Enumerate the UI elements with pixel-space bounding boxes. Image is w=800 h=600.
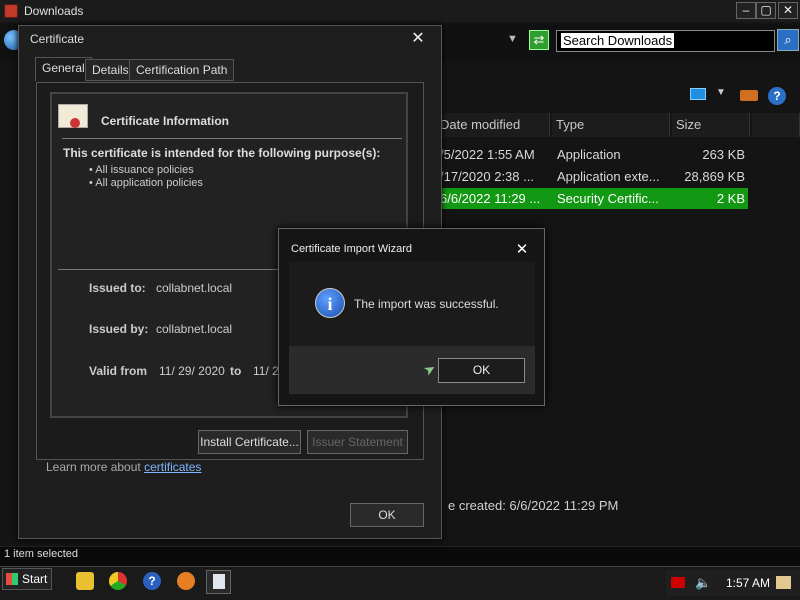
row-date[interactable]: /17/2020 2:38 ... bbox=[440, 167, 550, 187]
import-wizard-title: Certificate Import Wizard bbox=[291, 243, 413, 255]
folder-icon[interactable] bbox=[76, 572, 94, 590]
issued-by-value: collabnet.local bbox=[156, 322, 233, 336]
wizard-ok-button[interactable]: OK bbox=[438, 358, 525, 383]
notification-icon[interactable] bbox=[776, 576, 791, 589]
column-header-type[interactable]: Type bbox=[552, 113, 670, 137]
folder-app-icon bbox=[4, 4, 18, 18]
chevron-down-icon[interactable]: ▼ bbox=[716, 87, 726, 98]
valid-from-value: 11/ 29/ 2020 bbox=[159, 364, 225, 378]
tab-general[interactable]: General bbox=[35, 57, 92, 81]
issued-by-label: Issued by: bbox=[89, 322, 149, 336]
monitor-alert-icon[interactable] bbox=[671, 577, 685, 588]
status-bar bbox=[0, 546, 800, 566]
divider bbox=[62, 138, 402, 139]
help-icon[interactable]: ? bbox=[143, 572, 161, 590]
new-folder-icon[interactable] bbox=[740, 90, 758, 101]
certificate-info-title: Certificate Information bbox=[101, 114, 230, 128]
clock[interactable]: 1:57 AM bbox=[726, 576, 770, 590]
issuer-statement-button[interactable]: Issuer Statement bbox=[307, 430, 408, 454]
valid-to-label: to bbox=[230, 364, 242, 378]
help-icon[interactable]: ? bbox=[768, 87, 786, 105]
valid-from-label: Valid from bbox=[89, 364, 148, 378]
certificate-ok-button[interactable]: OK bbox=[350, 503, 424, 527]
row-type[interactable]: Application exte... bbox=[557, 167, 667, 187]
details-pane-date-created: e created: 6/6/2022 11:29 PM bbox=[448, 498, 619, 513]
window-title: Downloads bbox=[24, 4, 84, 18]
info-icon: i bbox=[315, 288, 345, 318]
explorer-titlebar bbox=[0, 0, 800, 22]
import-success-message: The import was successful. bbox=[354, 297, 499, 311]
tab-certification-path[interactable]: Certification Path bbox=[129, 59, 235, 81]
row-size[interactable]: 28,869 KB bbox=[670, 167, 745, 187]
chrome-icon[interactable] bbox=[109, 572, 127, 590]
purpose-item: • All issuance policies bbox=[89, 164, 194, 176]
vlc-icon[interactable] bbox=[177, 572, 195, 590]
view-options-icon[interactable] bbox=[690, 88, 706, 100]
row-type[interactable]: Security Certific... bbox=[557, 189, 667, 209]
certificate-dialog-title: Certificate bbox=[30, 32, 85, 46]
issued-to-value: collabnet.local bbox=[156, 281, 233, 295]
windows-logo-icon bbox=[6, 573, 18, 585]
row-date[interactable]: /5/2022 1:55 AM bbox=[440, 145, 550, 165]
row-size[interactable]: 2 KB bbox=[700, 189, 745, 209]
column-header-extra[interactable] bbox=[752, 113, 800, 137]
row-type[interactable]: Application bbox=[557, 145, 667, 165]
install-certificate-button[interactable]: Install Certificate... bbox=[198, 430, 301, 454]
document-icon bbox=[213, 574, 225, 589]
column-header-size[interactable]: Size bbox=[672, 113, 750, 137]
search-icon[interactable]: ⌕ bbox=[777, 29, 799, 51]
certificates-link[interactable]: certificates bbox=[144, 460, 201, 474]
row-date[interactable]: 6/6/2022 11:29 ... bbox=[440, 189, 550, 209]
purpose-title: This certificate is intended for the fol… bbox=[63, 146, 381, 160]
minimize-button[interactable]: – bbox=[736, 2, 756, 19]
column-header-date[interactable]: Date modified bbox=[436, 113, 550, 137]
learn-more-prefix: Learn more about bbox=[46, 460, 145, 474]
refresh-button[interactable]: ⇄ bbox=[529, 30, 549, 50]
row-size[interactable]: 263 KB bbox=[700, 145, 745, 165]
learn-more-text: Learn more about certificates bbox=[46, 460, 201, 474]
valid-to-value: 11/ 2 bbox=[253, 364, 279, 378]
issued-to-label: Issued to: bbox=[89, 281, 146, 295]
maximize-button[interactable]: ▢ bbox=[756, 2, 776, 19]
search-placeholder[interactable]: Search Downloads bbox=[561, 33, 675, 48]
purpose-item: • All application policies bbox=[89, 177, 203, 189]
close-button[interactable]: ✕ bbox=[778, 2, 798, 19]
status-text: 1 item selected bbox=[4, 548, 78, 560]
start-label[interactable]: Start bbox=[22, 572, 47, 586]
close-icon[interactable]: ✕ bbox=[512, 241, 532, 259]
certificate-seal-icon bbox=[70, 118, 80, 128]
volume-muted-icon[interactable]: 🔈 bbox=[695, 575, 711, 591]
close-icon[interactable]: ✕ bbox=[406, 30, 430, 48]
address-dropdown-icon[interactable]: ▼ bbox=[507, 33, 518, 45]
